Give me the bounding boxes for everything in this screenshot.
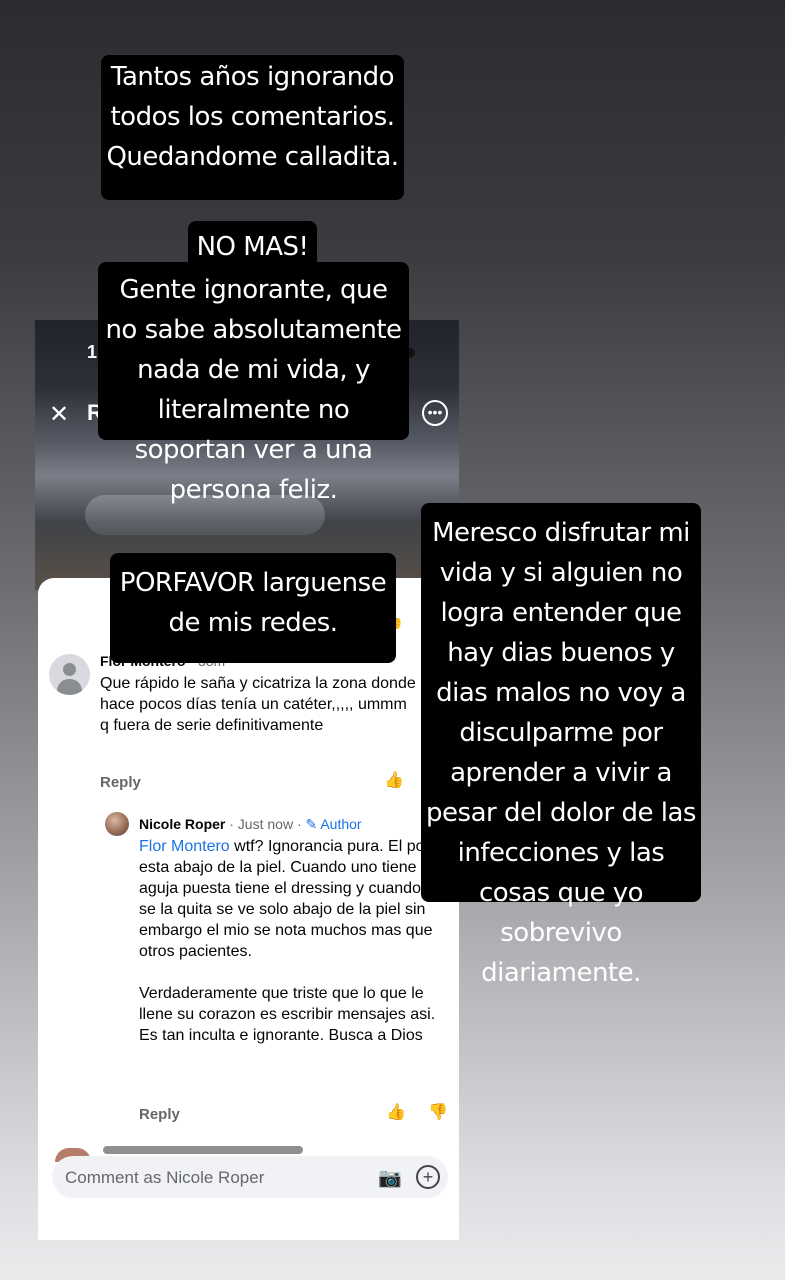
story-text-3-part: Gente ignorante, que no sabe absolutamen… <box>98 262 409 505</box>
plus-icon[interactable]: + <box>416 1165 440 1189</box>
story-text-1: Tantos años ignorando todos los comentar… <box>101 55 404 200</box>
comments-panel: Re 👍 Flor Montero · 38m Que rápido le sa… <box>38 578 459 1240</box>
comment-author[interactable]: Nicole Roper · Just now · ✎ Author <box>139 816 362 833</box>
avatar[interactable] <box>105 812 129 836</box>
comment-text: Flor Montero wtf? Ignorancia pura. El po… <box>139 838 452 1044</box>
dislike-icon[interactable]: 👎 <box>428 1102 448 1122</box>
author-badge: ✎ Author <box>305 816 362 832</box>
like-icon[interactable]: 👍 <box>384 770 404 790</box>
comment-text: Que rápido le saña y cicatriza la zona d… <box>100 675 416 734</box>
story-text-5: Meresco disfrutar mi vida y si alguien n… <box>421 503 701 988</box>
close-icon[interactable]: ✕ <box>49 400 69 429</box>
reply-link[interactable]: Reply <box>100 774 141 791</box>
like-icon[interactable]: 👍 <box>386 1102 406 1122</box>
cutoff-comment-name <box>103 1146 303 1154</box>
mention-link[interactable]: Flor Montero <box>139 838 230 855</box>
comment-time: · Just now · <box>229 816 302 832</box>
avatar[interactable] <box>49 654 90 695</box>
status-time: 1 <box>87 342 98 362</box>
more-icon[interactable]: ••• <box>422 400 448 426</box>
story-text-4: PORFAVOR larguense de mis redes. <box>110 553 396 663</box>
camera-icon[interactable]: 📷 <box>378 1166 402 1190</box>
comment-composer[interactable]: Comment as Nicole Roper 📷 + <box>52 1156 448 1198</box>
comment-input-placeholder[interactable]: Comment as Nicole Roper <box>65 1168 264 1188</box>
reply-link[interactable]: Reply <box>139 1106 180 1123</box>
